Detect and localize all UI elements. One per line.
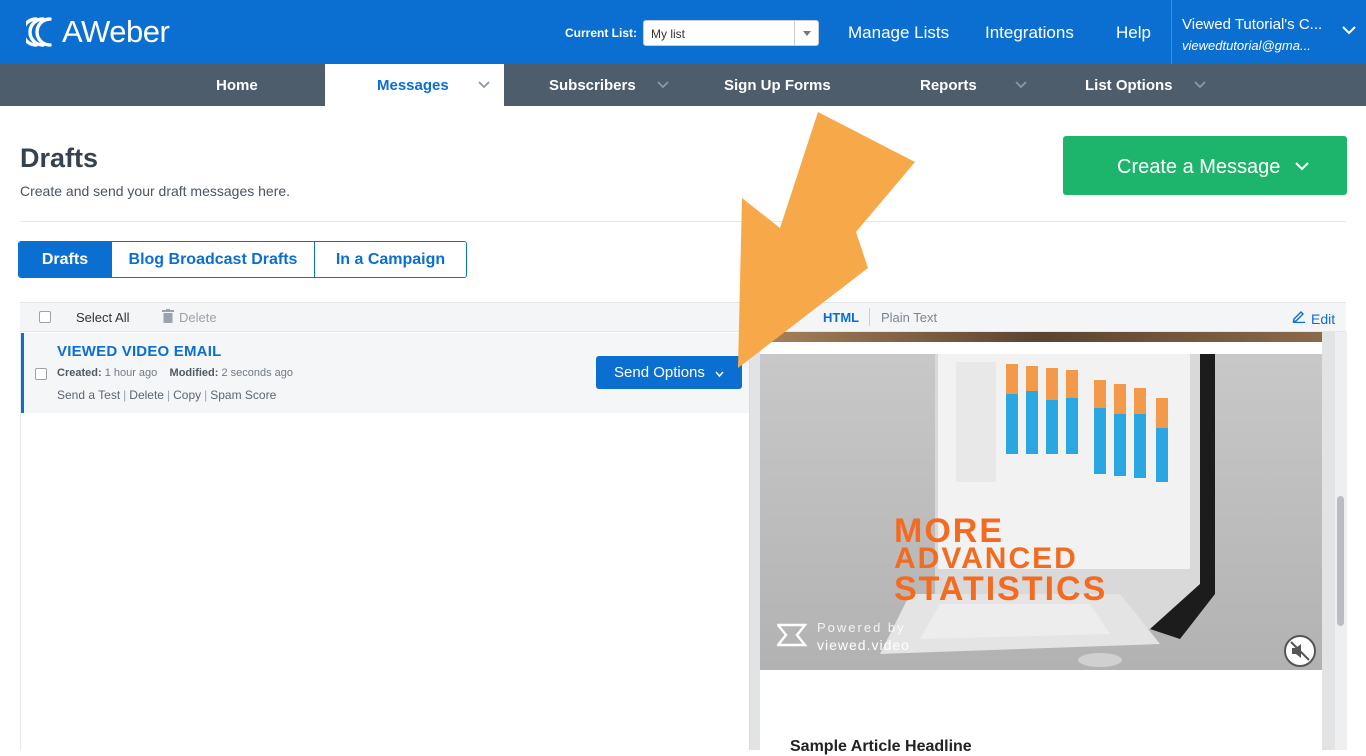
sample-article-headline: Sample Article Headline [790,738,972,755]
preview-header-image [760,332,1322,342]
modified-value: 2 seconds ago [221,367,294,379]
nav-reports[interactable]: Reports [862,64,1041,106]
chevron-down-icon[interactable] [1015,81,1027,89]
manage-lists-link[interactable]: Manage Lists [848,23,949,43]
page-title: Drafts [20,143,99,173]
chevron-down-icon[interactable] [657,81,669,89]
separator: | [166,388,171,402]
nav-home-label: Home [216,77,258,94]
nav-subscribers[interactable]: Subscribers [504,64,683,106]
message-title[interactable]: VIEWED VIDEO EMAIL [57,343,221,360]
preview-scrollbar[interactable] [1335,332,1347,750]
chevron-down-icon [715,371,724,377]
mute-icon [1290,641,1310,661]
tab-blog-broadcast-drafts[interactable]: Blog Broadcast Drafts [112,242,315,277]
pencil-icon[interactable] [1292,309,1306,323]
send-options-button[interactable]: Send Options [596,356,742,389]
select-arrow-icon[interactable] [794,21,818,45]
nav-messages-label: Messages [377,77,449,94]
preview-content: MORE ADVANCED STATISTICS Powered by view… [760,332,1322,755]
drafts-list: VIEWED VIDEO EMAIL Created: 1 hour ago M… [20,333,749,750]
chevron-down-icon[interactable] [1194,81,1206,89]
message-actions: Send a Test | Delete | Copy | Spam Score [57,388,276,402]
powered-by-text: Powered by [817,620,906,635]
nav-signup-forms-label: Sign Up Forms [724,77,831,94]
delete-link[interactable]: Delete [129,388,164,402]
create-message-button[interactable]: Create a Message [1063,136,1347,195]
current-list-select[interactable]: My list [643,20,819,46]
message-checkbox[interactable] [35,368,47,380]
chevron-down-icon[interactable] [478,81,490,89]
chevron-down-icon[interactable] [1342,25,1356,35]
video-text-line3: STATISTICS [894,570,1108,608]
list-item[interactable]: VIEWED VIDEO EMAIL Created: 1 hour ago M… [21,333,749,413]
tab-drafts[interactable]: Drafts [19,242,112,277]
nav-messages[interactable]: Messages [325,64,504,106]
create-message-label: Create a Message [1117,156,1281,178]
message-preview: MORE ADVANCED STATISTICS Powered by view… [749,332,1347,755]
divider [20,221,1346,222]
created-label: Created: [57,367,102,379]
viewed-logo-icon [777,623,807,647]
chevron-down-icon[interactable] [1295,161,1309,171]
list-toolbar: Select All Delete HTML Plain Text Edit [20,302,1346,332]
nav-subscribers-label: Subscribers [549,77,636,94]
mute-button[interactable] [1284,635,1316,667]
created-value: 1 hour ago [104,367,158,379]
account-menu[interactable]: Viewed Tutorial's C... viewedtutorial@gm… [1171,0,1366,64]
top-header: AWeber Current List: My list Manage List… [0,0,1366,64]
spam-score-link[interactable]: Spam Score [210,388,276,402]
integrations-link[interactable]: Integrations [985,23,1074,43]
nav-list-options[interactable]: List Options [1041,64,1220,106]
delete-button[interactable]: Delete [179,310,217,325]
send-options-label: Send Options [614,364,705,381]
edit-link[interactable]: Edit [1311,311,1335,327]
logo-text: AWeber [62,14,170,49]
nav-home[interactable]: Home [146,64,325,106]
account-name: Viewed Tutorial's C... [1182,16,1323,33]
select-all-label[interactable]: Select All [76,310,129,325]
send-test-link[interactable]: Send a Test [57,388,120,402]
drafts-tabs: Drafts Blog Broadcast Drafts In a Campai… [18,241,467,278]
nav-signup-forms[interactable]: Sign Up Forms [683,64,862,106]
aweber-logo[interactable]: AWeber [26,14,170,50]
current-list-value: My list [651,27,685,41]
view-separator [869,308,870,326]
aweber-logo-icon [26,17,52,47]
message-meta: Created: 1 hour ago Modified: 2 seconds … [57,367,293,379]
copy-link[interactable]: Copy [173,388,201,402]
account-email: viewedtutorial@gma... [1182,38,1311,53]
modified-label: Modified: [169,367,219,379]
view-html-tab[interactable]: HTML [823,310,859,325]
separator: | [123,388,127,402]
select-all-checkbox[interactable] [39,311,51,323]
video-thumbnail[interactable]: MORE ADVANCED STATISTICS Powered by view… [760,354,1322,670]
page-subtitle: Create and send your draft messages here… [20,183,291,199]
powered-by-url: viewed.video [817,637,910,653]
separator: | [204,388,208,402]
view-plain-text-tab[interactable]: Plain Text [881,310,937,325]
main-nav: Home Messages Subscribers Sign Up Forms … [0,64,1366,106]
nav-reports-label: Reports [920,77,977,94]
scroll-thumb[interactable] [1337,496,1344,626]
trash-icon[interactable] [162,309,174,323]
nav-list-options-label: List Options [1085,77,1173,94]
current-list-label: Current List: [565,26,637,40]
tab-in-a-campaign[interactable]: In a Campaign [315,242,466,277]
help-link[interactable]: Help [1116,23,1151,43]
